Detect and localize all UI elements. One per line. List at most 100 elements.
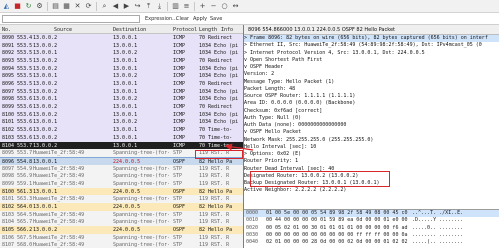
details-tree-node[interactable]: > Options: 0x02 (E): [244, 151, 499, 158]
details-tree-node[interactable]: Auth Type: Null (0): [244, 115, 499, 122]
packet-row[interactable]: 8102 553.67200013.0.0.2 13.0.0.1 ICMP 70 Ti…: [0, 126, 243, 134]
packet-row[interactable]: 8102 564.01600013.0.0.1 224.0.0.5 OSPF 82 H…: [0, 203, 243, 211]
packet-destination-cell: 13.0.0.1: [113, 111, 138, 118]
packet-destination-cell: Spanning-tree-(for-: [113, 219, 169, 226]
packet-row[interactable]: 8101 563.344000HuaweiTe_2f:58:49 Spanning…: [0, 195, 243, 204]
packet-row[interactable]: 8100 561.34400013.0.0.1 224.0.0.5 OSPF 82 H…: [0, 187, 243, 196]
hex-row[interactable]: 0030 00 00 00 00 00 00 00 00 00 00 ff ff …: [244, 232, 499, 239]
forward-icon[interactable]: ▶: [122, 2, 131, 11]
packet-row[interactable]: 8098 556.969000HuaweiTe_2f:58:49 Spanning…: [0, 172, 243, 181]
details-tree-node[interactable]: Area ID: 0.0.0.0 (0.0.0.0) (Backbone): [244, 100, 499, 107]
packet-destination-cell: Spanning-tree-(for-: [113, 234, 169, 241]
packet-row[interactable]: 8107 568.047000HuaweiTe_2f:58:49 Spanning…: [0, 241, 243, 248]
packet-row[interactable]: 8092 553.51600013.0.0.1 13.0.0.2 ICMP 1034 …: [0, 49, 243, 58]
reload-icon[interactable]: ⟳: [84, 2, 93, 11]
close-icon[interactable]: ✕: [73, 2, 82, 11]
packet-row[interactable]: 8095 553.56300013.0.0.1 13.0.0.2 ICMP 1034 …: [0, 72, 243, 81]
details-tree-node[interactable]: Source OSPF Router: 1.1.1.1 (1.1.1.1): [244, 93, 499, 100]
restart-icon[interactable]: ↻: [24, 2, 33, 11]
column-header-protocol[interactable]: Protocol: [173, 27, 197, 33]
packet-row[interactable]: 8097 554.922000HuaweiTe_2f:58:49 Spanning…: [0, 164, 243, 173]
details-tree-node[interactable]: Message Type: Hello Packet (1): [244, 79, 499, 86]
hex-row[interactable]: 0000 01 00 5e 00 00 05 54 89 98 2f 58 49 …: [244, 210, 499, 218]
column-header-length[interactable]: Length: [199, 27, 217, 33]
packet-info-cell: 1034 Echo (pi: [199, 65, 239, 72]
resize-columns-icon[interactable]: ↔: [231, 2, 240, 11]
save-icon[interactable]: ▦: [62, 2, 71, 11]
packet-info-cell: 82 Hello Pa: [199, 227, 233, 234]
packet-list[interactable]: 8090 553.48500013.0.0.213.0.0.1ICMP70 Re…: [0, 34, 243, 248]
autoscroll-icon[interactable]: ≡: [182, 2, 191, 11]
packet-no-time-cell: 8106 567.500000: [2, 234, 32, 241]
zoom-in-icon[interactable]: +: [198, 2, 207, 11]
packet-no-time-cell: 8101 563.344000: [2, 196, 32, 203]
column-header-destination[interactable]: Destination: [113, 27, 146, 33]
packet-row[interactable]: 8105 566.26600013.0.0.2 224.0.0.5 OSPF 82 H…: [0, 226, 243, 234]
details-tree-node[interactable]: Hello Interval [sec]: 10: [244, 144, 499, 151]
packet-row[interactable]: 8094 553.54700013.0.0.2 13.0.0.1 ICMP 1034 …: [0, 64, 243, 73]
hex-offset: 0020: [246, 224, 259, 231]
stop-icon[interactable]: ■: [13, 2, 22, 11]
shark-fin-icon[interactable]: ◭: [2, 2, 11, 11]
search-icon[interactable]: ⌕: [100, 2, 109, 11]
hex-row[interactable]: 0040 02 01 00 00 00 28 0d 00 00 02 0d 00 …: [244, 239, 499, 246]
save-filter-button[interactable]: Save: [210, 16, 222, 22]
details-tree-node[interactable]: v OSPF Hello Packet: [244, 129, 499, 136]
packet-row[interactable]: 8103 553.68800013.0.0.2 13.0.0.1 ICMP 70 Ti…: [0, 133, 243, 142]
details-tree-node[interactable]: > Frame 8096: 82 bytes on wire (656 bits…: [244, 35, 499, 43]
packet-protocol-cell: STP: [173, 242, 183, 248]
packet-row[interactable]: 8099 553.62500013.0.0.2 13.0.0.1 ICMP 70 Re…: [0, 103, 243, 111]
column-header-source[interactable]: Source: [54, 27, 72, 33]
gear-icon[interactable]: ⚙: [35, 2, 44, 11]
hex-row[interactable]: 0010 00 44 00 00 00 00 01 59 89 ea 0d 00 …: [244, 217, 499, 224]
packet-row[interactable]: 8104 553.70300013.0.0.2 13.0.0.1 ICMP 70 Ti…: [0, 141, 243, 150]
details-tree-node[interactable]: > Internet Protocol Version 4, Src: 13.0…: [244, 50, 499, 57]
packet-row[interactable]: 8093 553.53200013.0.0.2 13.0.0.1 ICMP 70 Re…: [0, 57, 243, 65]
packet-protocol-cell: STP: [173, 211, 183, 218]
packet-bytes-pane[interactable]: 0000 01 00 5e 00 00 05 54 89 98 2f 58 49 …: [244, 209, 499, 248]
zoom-reset-icon[interactable]: ○: [220, 2, 229, 11]
folder-icon[interactable]: ▤: [51, 2, 60, 11]
packet-row[interactable]: 8096 553.57800013.0.0.2 13.0.0.1 ICMP 70 Re…: [0, 80, 243, 88]
zoom-out-icon[interactable]: −: [209, 2, 218, 11]
details-tree-node[interactable]: Active Neighbor: 2.2.2.2 (2.2.2.2): [244, 187, 499, 194]
jump-icon[interactable]: ↪: [133, 2, 142, 11]
clear-filter-button[interactable]: Clear: [176, 16, 189, 22]
colorize-icon[interactable]: ▥: [171, 2, 180, 11]
hex-row[interactable]: 0020 00 05 02 01 00 30 01 01 01 01 00 00 …: [244, 225, 499, 232]
top-icon[interactable]: ⤒: [144, 2, 153, 11]
packet-info-cell: 1034 Echo (pi: [199, 119, 239, 126]
packet-source-cell: 13.0.0.2: [33, 57, 58, 64]
packet-source-cell: 13.0.0.2: [33, 81, 58, 88]
expression-button[interactable]: Expression...: [145, 16, 177, 22]
packet-source-cell: 13.0.0.2: [33, 34, 58, 41]
display-filter-input[interactable]: [2, 15, 140, 23]
bottom-icon[interactable]: ⤓: [155, 2, 164, 11]
packet-protocol-cell: ICMP: [173, 50, 186, 57]
packet-row[interactable]: 8090 553.48500013.0.0.2 13.0.0.1 ICMP 70 Re…: [0, 34, 243, 42]
column-header-no[interactable]: No.: [2, 27, 11, 33]
details-tree-node[interactable]: v Open Shortest Path First: [244, 57, 499, 64]
packet-row[interactable]: 8106 567.500000HuaweiTe_2f:58:49 Spanning…: [0, 233, 243, 242]
details-tree-node[interactable]: Network Mask: 255.255.255.0 (255.255.255…: [244, 137, 499, 144]
packet-row[interactable]: 8091 553.50000013.0.0.2 13.0.0.1 ICMP 1034 …: [0, 41, 243, 50]
packet-row[interactable]: 8104 565.711000HuaweiTe_2f:58:49 Spanning…: [0, 218, 243, 227]
details-tree-node[interactable]: Auth Data (none): 0000000000000000: [244, 122, 499, 129]
details-tree-node[interactable]: Checksum: 0xf6ad [correct]: [244, 108, 499, 115]
details-tree-node[interactable]: Packet Length: 48: [244, 86, 499, 93]
column-header-info[interactable]: Info: [221, 27, 233, 33]
packet-row[interactable]: 8099 559.125000HuaweiTe_2f:58:49 Spanning…: [0, 180, 243, 188]
details-tree-node[interactable]: Version: 2: [244, 71, 499, 78]
packet-row[interactable]: 8097 553.59400013.0.0.2 13.0.0.1 ICMP 1034 …: [0, 87, 243, 96]
details-tree-node[interactable]: v OSPF Header: [244, 64, 499, 71]
apply-filter-button[interactable]: Apply: [193, 16, 207, 22]
packet-protocol-cell: ICMP: [173, 88, 186, 95]
details-tree-node[interactable]: > Ethernet II, Src: HuaweiTe_2f:58:49 (5…: [244, 42, 499, 49]
packet-row[interactable]: 8101 553.65700013.0.0.1 13.0.0.2 ICMP 1034 …: [0, 118, 243, 127]
packet-row[interactable]: 8100 553.64100013.0.0.2 13.0.0.1 ICMP 1034 …: [0, 110, 243, 119]
back-icon[interactable]: ◀: [111, 2, 120, 11]
details-tree-node[interactable]: Router Priority: 1: [244, 158, 499, 165]
packet-row[interactable]: 8103 564.516000HuaweiTe_2f:58:49 Spanning…: [0, 210, 243, 219]
packet-no-time-cell: 8099 559.125000: [2, 180, 32, 187]
packet-row[interactable]: 8098 553.61000013.0.0.1 13.0.0.2 ICMP 1034 …: [0, 95, 243, 104]
